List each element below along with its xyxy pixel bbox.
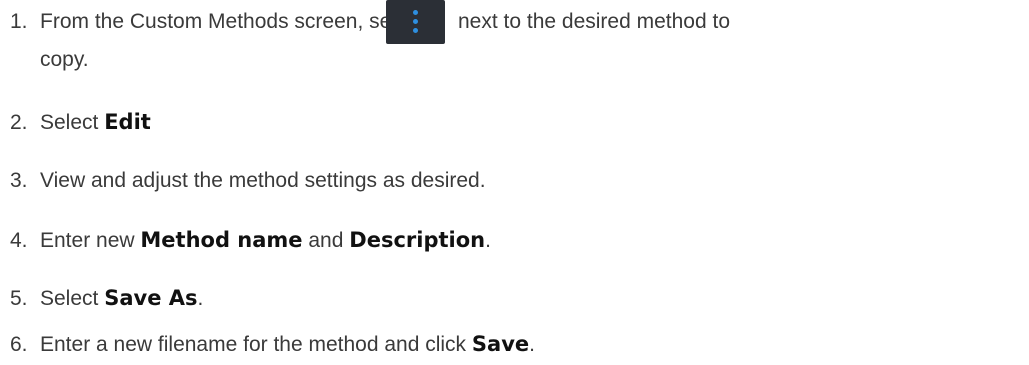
step-5: 5. Select Save As. — [10, 281, 203, 316]
step-text: and — [302, 229, 350, 252]
step-1-after: next to the desired method to — [458, 5, 730, 39]
step-text: From the Custom Methods screen, select — [40, 10, 424, 33]
step-text: Enter new — [40, 229, 141, 252]
save-label: Save — [471, 332, 530, 356]
step-number: 2. — [10, 111, 28, 134]
save-as-label: Save As — [104, 286, 198, 310]
method-name-label: Method name — [140, 228, 303, 252]
step-text: . — [485, 229, 491, 252]
step-text: View and adjust the method settings as d… — [40, 169, 486, 192]
step-number: 4. — [10, 229, 28, 252]
step-1-continuation: copy. — [40, 43, 89, 77]
step-text: Select — [40, 111, 105, 134]
step-2: 2. Select Edit — [10, 105, 151, 140]
step-number: 5. — [10, 287, 28, 310]
step-text: Enter a new filename for the method and … — [40, 333, 472, 356]
step-number: 3. — [10, 169, 28, 192]
more-vertical-icon — [386, 0, 445, 44]
step-number: 1. — [10, 10, 28, 33]
step-text: next to the desired method to — [458, 10, 731, 33]
edit-label: Edit — [104, 110, 151, 134]
step-1: 1. From the Custom Methods screen, select — [10, 5, 424, 39]
step-3: 3. View and adjust the method settings as… — [10, 164, 486, 198]
step-6: 6. Enter a new filename for the method an… — [10, 327, 535, 362]
step-text: . — [197, 287, 204, 310]
description-label: Description — [349, 228, 486, 252]
step-text: Select — [40, 287, 105, 310]
step-text: . — [529, 333, 535, 356]
step-text: copy. — [40, 48, 89, 71]
step-number: 6. — [10, 333, 28, 356]
step-4: 4. Enter new Method name and Description. — [10, 223, 491, 258]
